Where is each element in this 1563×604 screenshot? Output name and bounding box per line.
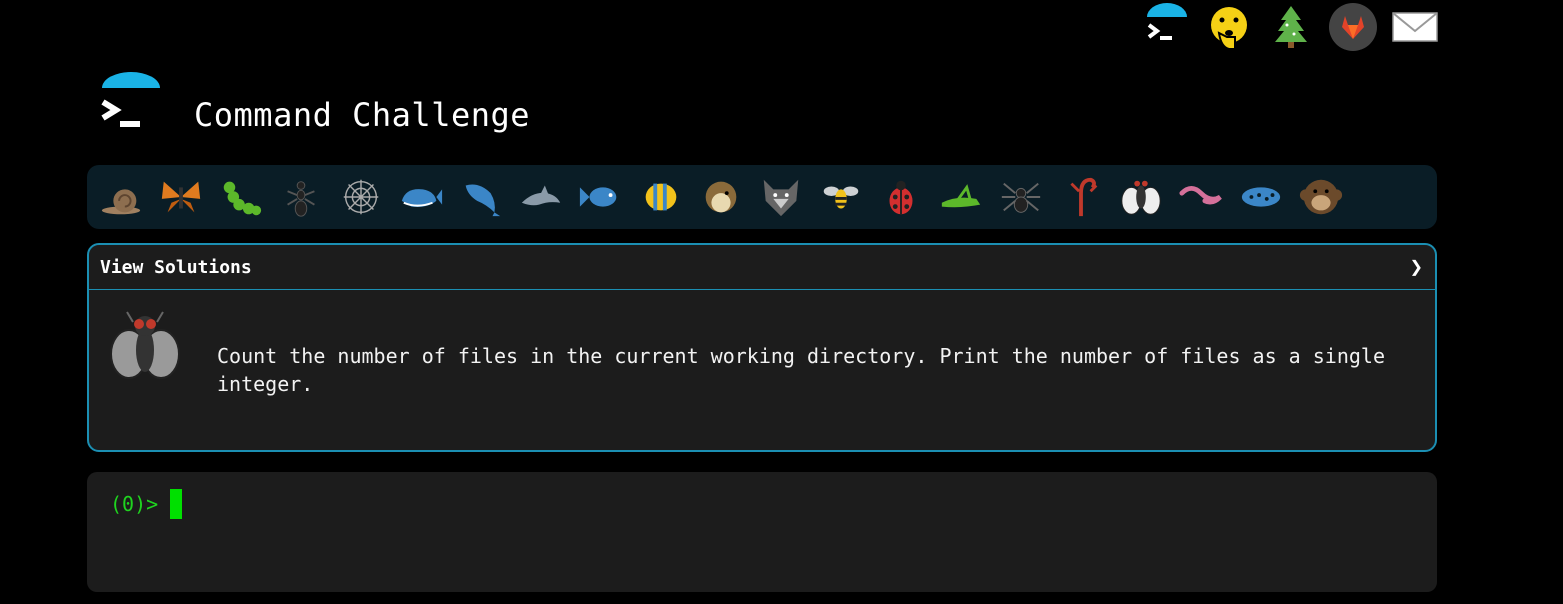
tropical-fish-icon[interactable] [635, 171, 687, 223]
challenge-body: Count the number of files in the current… [89, 290, 1435, 450]
shush-emoji-icon[interactable] [1204, 2, 1254, 52]
snail-icon[interactable] [95, 171, 147, 223]
bee-icon[interactable] [815, 171, 867, 223]
tree-icon[interactable] [1266, 2, 1316, 52]
top-nav [1142, 2, 1440, 52]
monkey-icon[interactable] [1295, 171, 1347, 223]
challenge-description: Count the number of files in the current… [217, 344, 1385, 396]
page: Command Challenge View Solutions ❯ Count… [0, 0, 1563, 604]
challenge-panel: View Solutions ❯ Count the number of fil… [87, 243, 1437, 452]
scorpion-icon[interactable] [1055, 171, 1107, 223]
mail-icon[interactable] [1390, 2, 1440, 52]
fly-icon[interactable] [1115, 171, 1167, 223]
spider-web-icon[interactable] [335, 171, 387, 223]
ant-icon[interactable] [275, 171, 327, 223]
terminal-prompt: (0)> [110, 489, 183, 519]
fly-icon [105, 308, 185, 388]
wolf-icon[interactable] [755, 171, 807, 223]
blowfish-icon[interactable] [695, 171, 747, 223]
prompt-label: (0)> [110, 492, 159, 516]
caterpillar-icon[interactable] [215, 171, 267, 223]
worm-icon[interactable] [1175, 171, 1227, 223]
dolphin-icon[interactable] [515, 171, 567, 223]
whale-icon[interactable] [395, 171, 447, 223]
spider-icon[interactable] [995, 171, 1047, 223]
view-solutions-label: View Solutions [100, 256, 252, 278]
cricket-icon[interactable] [935, 171, 987, 223]
terminal-icon[interactable] [1142, 2, 1192, 52]
butterfly-icon[interactable] [155, 171, 207, 223]
gitlab-icon[interactable] [1328, 2, 1378, 52]
fish-icon[interactable] [575, 171, 627, 223]
terminal-cursor [170, 489, 183, 519]
terminal-input[interactable]: (0)> [87, 472, 1437, 592]
whale-2-icon[interactable] [455, 171, 507, 223]
chevron-right-icon: ❯ [1409, 254, 1423, 280]
view-solutions-toggle[interactable]: View Solutions ❯ [89, 245, 1435, 290]
ladybug-icon[interactable] [875, 171, 927, 223]
terminal-logo-icon[interactable] [98, 72, 164, 136]
challenge-animal-strip [87, 165, 1437, 229]
microbe-icon[interactable] [1235, 171, 1287, 223]
page-title: Command Challenge [194, 96, 531, 134]
